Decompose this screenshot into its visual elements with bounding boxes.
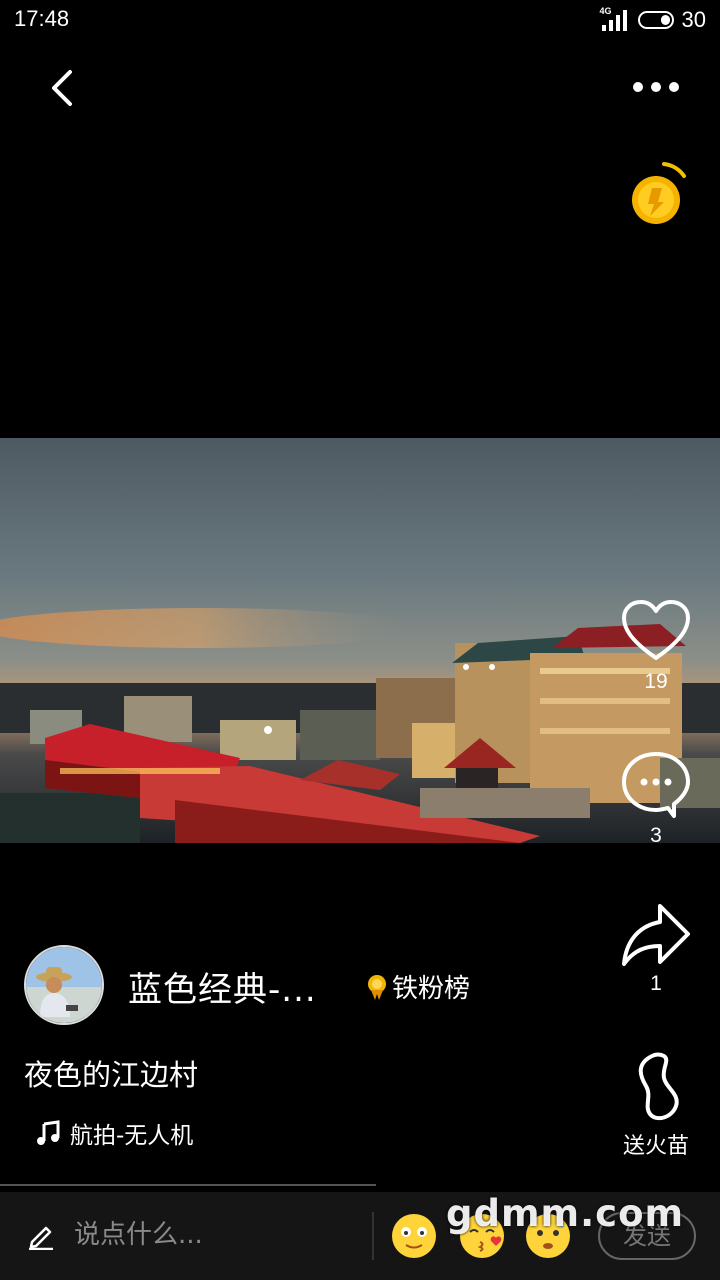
send-fire-button[interactable]: 送火苗 [611, 1052, 701, 1160]
fire-sprout-icon [638, 1052, 679, 1121]
music-note-icon [37, 1120, 60, 1145]
post-caption: 夜色的江边村 [24, 1058, 199, 1092]
chevron-left-icon [52, 70, 72, 106]
comment-button[interactable]: 3 [611, 750, 701, 848]
more-dots-icon [633, 82, 679, 92]
gold-coin-icon [632, 162, 686, 224]
watermark-text: gdmm.com [446, 1192, 685, 1235]
status-indicators: 4G 30 [600, 6, 706, 34]
like-button[interactable]: 19 [611, 598, 701, 694]
heart-icon [622, 600, 690, 660]
avatar-photo [26, 947, 102, 1023]
back-button[interactable] [40, 66, 84, 110]
share-arrow-icon [622, 904, 690, 966]
fan-rank-label: 铁粉榜 [392, 974, 471, 1004]
divider [0, 1184, 376, 1186]
more-button[interactable] [626, 72, 686, 102]
music-track[interactable]: 航拍-无人机 [36, 1116, 193, 1150]
gold-coin-button[interactable] [620, 158, 692, 230]
author-avatar[interactable] [24, 945, 104, 1025]
fan-rank-link[interactable]: 铁粉榜 [366, 968, 470, 1005]
signal-icon: 4G [600, 6, 630, 32]
emoji-smile-icon[interactable] [390, 1212, 438, 1260]
status-time: 17:48 [14, 6, 70, 31]
share-button[interactable]: 1 [611, 900, 701, 996]
battery-icon [637, 11, 674, 29]
medal-icon [368, 974, 386, 1000]
comment-count: 3 [650, 824, 662, 847]
like-count: 19 [644, 670, 668, 693]
music-title: 航拍-无人机 [70, 1123, 194, 1149]
send-fire-label: 送火苗 [622, 1133, 689, 1158]
share-count: 1 [650, 972, 662, 995]
divider [372, 1212, 374, 1260]
author-name[interactable]: 蓝色经典-... [128, 962, 317, 1011]
comment-input[interactable]: 说点什么... [74, 1214, 203, 1251]
battery-level: 30 [681, 7, 706, 32]
status-bar: 17:48 4G 30 [0, 0, 720, 40]
pencil-icon [29, 1226, 53, 1250]
comment-bubble-icon [622, 752, 690, 818]
